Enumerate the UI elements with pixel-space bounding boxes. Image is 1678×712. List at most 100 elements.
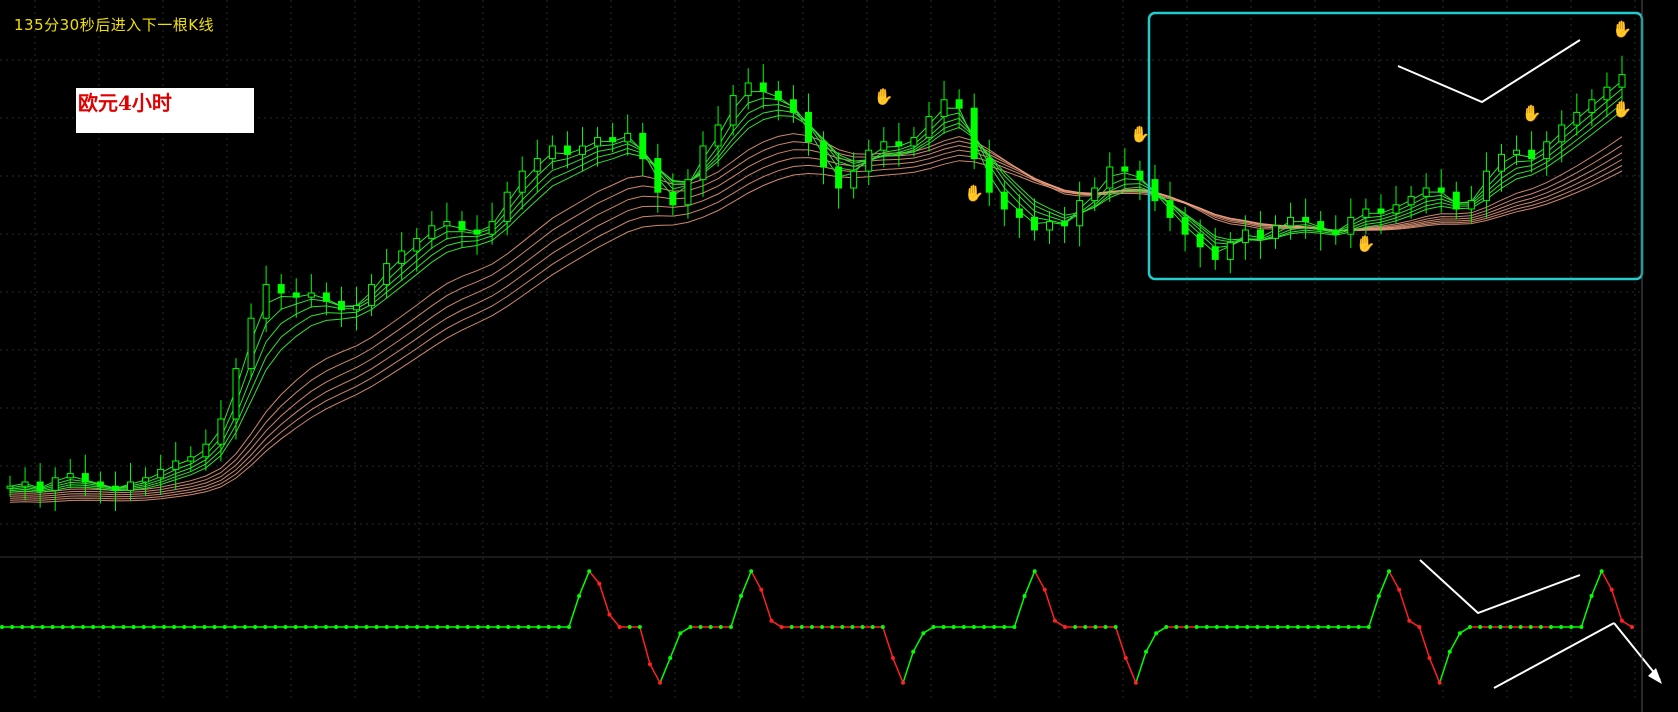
candle-body xyxy=(1422,187,1430,197)
candle-body xyxy=(609,137,617,143)
oscillator-point xyxy=(840,625,845,629)
oscillator-point xyxy=(1113,625,1118,629)
candle-body xyxy=(1030,216,1038,231)
candle-body xyxy=(337,300,345,311)
oscillator-point xyxy=(607,612,612,617)
oscillator-segment xyxy=(882,626,894,659)
oscillator-segment xyxy=(1600,570,1613,591)
oscillator-point xyxy=(232,625,237,629)
oscillator-point xyxy=(384,625,389,629)
candle-body xyxy=(669,191,677,206)
oscillator-point xyxy=(1022,594,1027,598)
candle-body xyxy=(1241,229,1249,244)
candle-body xyxy=(910,137,918,147)
candle-body xyxy=(895,141,903,147)
candle-body xyxy=(594,137,602,147)
candle-body xyxy=(880,141,888,151)
candle-body xyxy=(1166,200,1174,218)
oscillator-point xyxy=(182,625,187,629)
oscillator-point xyxy=(1012,625,1017,629)
oscillator-point xyxy=(1306,625,1311,629)
candle-body xyxy=(1347,216,1355,235)
candle-body xyxy=(1046,221,1054,231)
oscillator-point xyxy=(1376,594,1381,598)
oscillator-point xyxy=(901,680,906,685)
candle-body xyxy=(66,473,74,479)
oscillator-point xyxy=(1478,625,1483,629)
oscillator-point xyxy=(860,625,865,629)
oscillator-point xyxy=(1336,625,1341,629)
oscillator-point xyxy=(212,625,217,629)
oscillator-point xyxy=(830,625,835,629)
oscillator-point xyxy=(809,625,814,629)
oscillator-point xyxy=(1214,625,1219,629)
oscillator-point xyxy=(60,625,65,629)
reversal-markers: ✋✋✋✋✋ ✋✋✋✋ xyxy=(874,20,1632,253)
oscillator-point xyxy=(131,625,136,629)
oscillator-point xyxy=(678,631,683,636)
oscillator-segment xyxy=(578,570,590,597)
oscillator-point xyxy=(465,625,470,629)
oscillator-point xyxy=(1164,625,1169,629)
candle-body xyxy=(458,221,466,231)
candle-body xyxy=(488,221,496,235)
top-reversal-hand-icon: ✋ xyxy=(1612,20,1632,39)
candle-body xyxy=(51,477,59,491)
oscillator-point xyxy=(931,625,936,629)
oscillator-point xyxy=(222,625,227,629)
candle-body xyxy=(307,292,315,298)
candle-body xyxy=(925,116,933,139)
oscillator-point xyxy=(1549,625,1554,629)
oscillator-point xyxy=(911,649,916,654)
candle-body xyxy=(277,284,285,294)
fast-ma-line xyxy=(9,88,1623,490)
oscillator-point xyxy=(151,625,156,629)
oscillator-segment xyxy=(649,663,661,684)
oscillator-point xyxy=(50,625,55,629)
candle-body xyxy=(699,145,707,181)
candle-body xyxy=(1528,149,1536,160)
oscillator-point xyxy=(1225,625,1230,629)
candle-body xyxy=(1513,149,1521,155)
oscillator-point xyxy=(1083,625,1088,629)
candle-body xyxy=(1573,111,1581,126)
candle-body xyxy=(970,107,978,160)
annotation-v-line xyxy=(1397,39,1581,104)
oscillator-point xyxy=(941,625,946,629)
annotation-arrow-head xyxy=(1648,668,1662,684)
slow-ma-line xyxy=(9,140,1623,495)
oscillator-point xyxy=(1093,625,1098,629)
oscillator-point xyxy=(668,656,673,660)
bottom-reversal-hand-icon: ✋ xyxy=(964,184,984,203)
candle-body xyxy=(292,292,300,298)
oscillator-point xyxy=(1599,569,1604,574)
oscillator-point xyxy=(172,625,177,629)
oscillator-segment xyxy=(1449,632,1461,653)
oscillator-point xyxy=(30,625,35,629)
oscillator-point xyxy=(526,625,531,629)
oscillator-point xyxy=(951,625,956,629)
oscillator-point xyxy=(1579,625,1584,629)
countdown-text: 135分30秒后进入下一根K线 xyxy=(14,16,215,34)
oscillator-point xyxy=(242,625,247,629)
oscillator-point xyxy=(982,625,987,629)
candle-body xyxy=(865,149,873,172)
oscillator-point xyxy=(1103,625,1108,629)
oscillator-point xyxy=(1498,625,1503,629)
oscillator-point xyxy=(40,625,45,629)
oscillator-point xyxy=(587,569,592,574)
oscillator-point xyxy=(577,594,582,598)
candle-body xyxy=(1015,208,1023,218)
top-reversal-hand-icon: ✋ xyxy=(1522,104,1542,123)
candle-body xyxy=(548,145,556,160)
oscillator-point xyxy=(516,625,521,629)
oscillator-segment xyxy=(1114,626,1127,659)
oscillator-point xyxy=(1528,625,1533,629)
oscillator-segment xyxy=(1438,651,1451,684)
oscillator-panel xyxy=(0,569,1634,685)
candle-body xyxy=(232,368,240,420)
candle-body xyxy=(774,90,782,101)
oscillator-point xyxy=(1619,618,1624,623)
oscillator-point xyxy=(415,625,420,629)
oscillator-point xyxy=(293,625,298,629)
